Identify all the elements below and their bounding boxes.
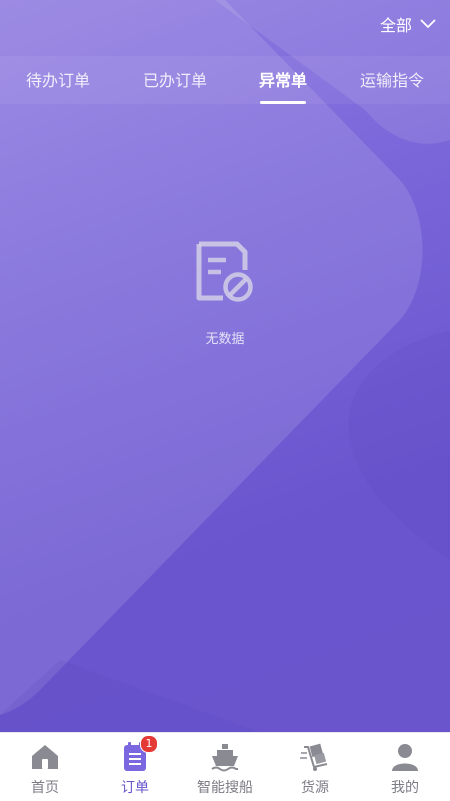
- tabbar-item-cargo[interactable]: 货源: [270, 733, 360, 801]
- tab-label: 已办订单: [142, 71, 207, 90]
- background: [0, 0, 450, 732]
- ship-icon: [211, 744, 238, 772]
- tab-label: 运输指令: [359, 71, 424, 90]
- tab-label: 异常单: [258, 71, 307, 90]
- tab-pending-orders[interactable]: 待办订单: [8, 56, 108, 104]
- user-icon: [392, 744, 418, 771]
- no-data-document-icon: [196, 241, 253, 302]
- tab-transport-instructions[interactable]: 运输指令: [342, 56, 442, 104]
- bottom-tab-bar: 首页 1 订单 智能搜船 货源 我的: [0, 732, 450, 801]
- tab-completed-orders[interactable]: 已办订单: [125, 56, 225, 104]
- tabbar-label: 货源: [301, 780, 329, 796]
- tabbar-label: 首页: [31, 780, 59, 796]
- tabbar-item-home[interactable]: 首页: [0, 733, 90, 801]
- filter-label: 全部: [379, 16, 412, 35]
- order-count-badge: 1: [140, 735, 158, 753]
- tabbar-label: 我的: [391, 780, 419, 796]
- tabbar-label: 订单: [121, 780, 149, 796]
- tab-label: 待办订单: [25, 71, 90, 90]
- chevron-down-icon: [420, 19, 436, 29]
- tabbar-item-orders[interactable]: 1 订单: [90, 733, 180, 801]
- active-tab-indicator: [260, 101, 306, 104]
- order-tabs: 待办订单 已办订单 异常单 运输指令: [0, 56, 450, 104]
- tabbar-item-profile[interactable]: 我的: [360, 733, 450, 801]
- empty-state-text: 无数据: [205, 332, 245, 347]
- tab-exception-orders[interactable]: 异常单: [233, 56, 333, 104]
- empty-state: 无数据: [0, 240, 450, 347]
- tabbar-item-ship-search[interactable]: 智能搜船: [180, 733, 270, 801]
- home-icon: [32, 745, 58, 769]
- background-shapes: [0, 0, 450, 732]
- tabbar-label: 智能搜船: [197, 780, 253, 796]
- filter-dropdown[interactable]: 全部: [380, 12, 436, 36]
- cargo-icon: [300, 743, 328, 771]
